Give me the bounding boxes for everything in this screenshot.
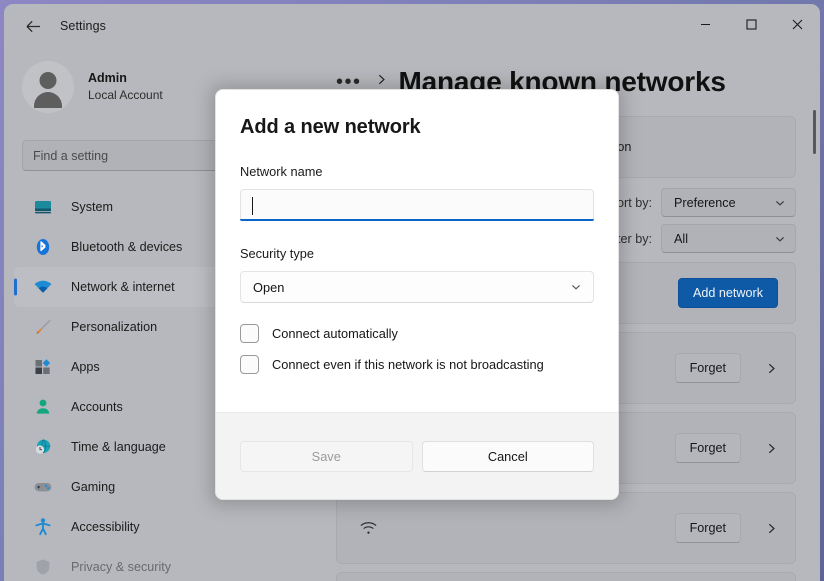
accessibility-person-icon [32,516,54,538]
sidebar-item-label: Gaming [71,480,116,494]
add-network-dialog: Add a new network Network name Security … [215,89,619,500]
profile-text: Admin Local Account [88,70,163,103]
chevron-right-icon[interactable] [765,362,778,375]
network-name-label: Network name [240,164,323,179]
sidebar-item-accessibility[interactable]: Accessibility [14,507,304,547]
add-network-button[interactable]: Add network [677,278,778,308]
chevron-right-icon[interactable] [765,522,778,535]
sidebar-item-label: Personalization [71,320,158,334]
filter-by-row: Filter by: All [604,224,796,253]
person-avatar-icon [22,61,74,113]
text-caret [252,197,253,215]
network-name-field[interactable] [240,189,594,221]
sidebar-item-label: System [71,200,113,214]
dialog-title: Add a new network [240,116,421,138]
row-actions: Forget [674,433,778,463]
title-bar: Settings [4,4,820,48]
close-button[interactable] [774,4,820,44]
connect-automatically-label: Connect automatically [272,326,398,341]
connect-automatically-row[interactable]: Connect automatically [240,324,594,343]
minimize-button[interactable] [682,4,728,44]
network-name-input[interactable] [251,197,583,213]
security-type-select[interactable]: Open [240,271,594,303]
connect-not-broadcasting-checkbox[interactable] [240,355,259,374]
vertical-scrollbar[interactable] [813,110,816,154]
forget-button[interactable]: Forget [674,433,741,463]
save-button[interactable]: Save [240,440,413,472]
forget-button[interactable]: Forget [674,353,741,383]
sidebar-item-label: Time & language [71,440,166,454]
sidebar-item-label: Accounts [71,400,123,414]
chevron-down-icon [774,197,786,209]
cancel-button[interactable]: Cancel [421,440,594,472]
profile-name: Admin [88,71,127,86]
sidebar-item-label: Privacy & security [71,560,172,574]
chevron-right-icon[interactable] [765,442,778,455]
sidebar-item-label: Accessibility [71,520,140,534]
wifi-icon [32,276,54,298]
caption-buttons [682,4,820,48]
sort-by-value: Preference [674,195,736,210]
shield-icon [32,556,54,578]
filter-by-value: All [674,231,688,246]
clock-globe-icon [32,436,54,458]
wifi-icon [357,517,379,539]
account-person-icon [32,396,54,418]
sidebar-item-privacy-security[interactable]: Privacy & security [14,547,304,581]
dialog-body: Add a new network Network name Security … [216,90,618,374]
security-type-value: Open [253,279,285,295]
dialog-footer: Save Cancel [216,412,618,499]
sort-by-select[interactable]: Preference [661,188,796,217]
sidebar-item-label: Network & internet [71,280,175,294]
forget-button[interactable]: Forget [674,513,741,543]
maximize-button[interactable] [728,4,774,44]
sidebar-item-label: Bluetooth & devices [71,240,183,254]
gamepad-icon [32,476,54,498]
apps-grid-icon [32,356,54,378]
monitor-icon [32,196,54,218]
connect-not-broadcasting-label: Connect even if this network is not broa… [272,357,544,372]
chevron-down-icon [570,281,582,293]
connect-automatically-checkbox[interactable] [240,324,259,343]
security-type-label: Security type [240,246,314,261]
profile-subtitle: Local Account [88,88,163,103]
table-row[interactable]: TestPeap Forget [336,572,796,581]
row-actions: Forget [674,513,778,543]
bluetooth-icon [32,236,54,258]
filter-by-select[interactable]: All [661,224,796,253]
sort-by-row: Sort by: Preference [609,188,796,217]
window-title: Settings [60,19,106,33]
chevron-down-icon [774,233,786,245]
row-actions: Forget [674,353,778,383]
paintbrush-icon [32,316,54,338]
connect-not-broadcasting-row[interactable]: Connect even if this network is not broa… [240,355,594,374]
back-arrow-icon[interactable] [16,11,50,41]
settings-window: Settings Admin Local Account Find a sett… [4,4,820,581]
sidebar-item-label: Apps [71,360,100,374]
